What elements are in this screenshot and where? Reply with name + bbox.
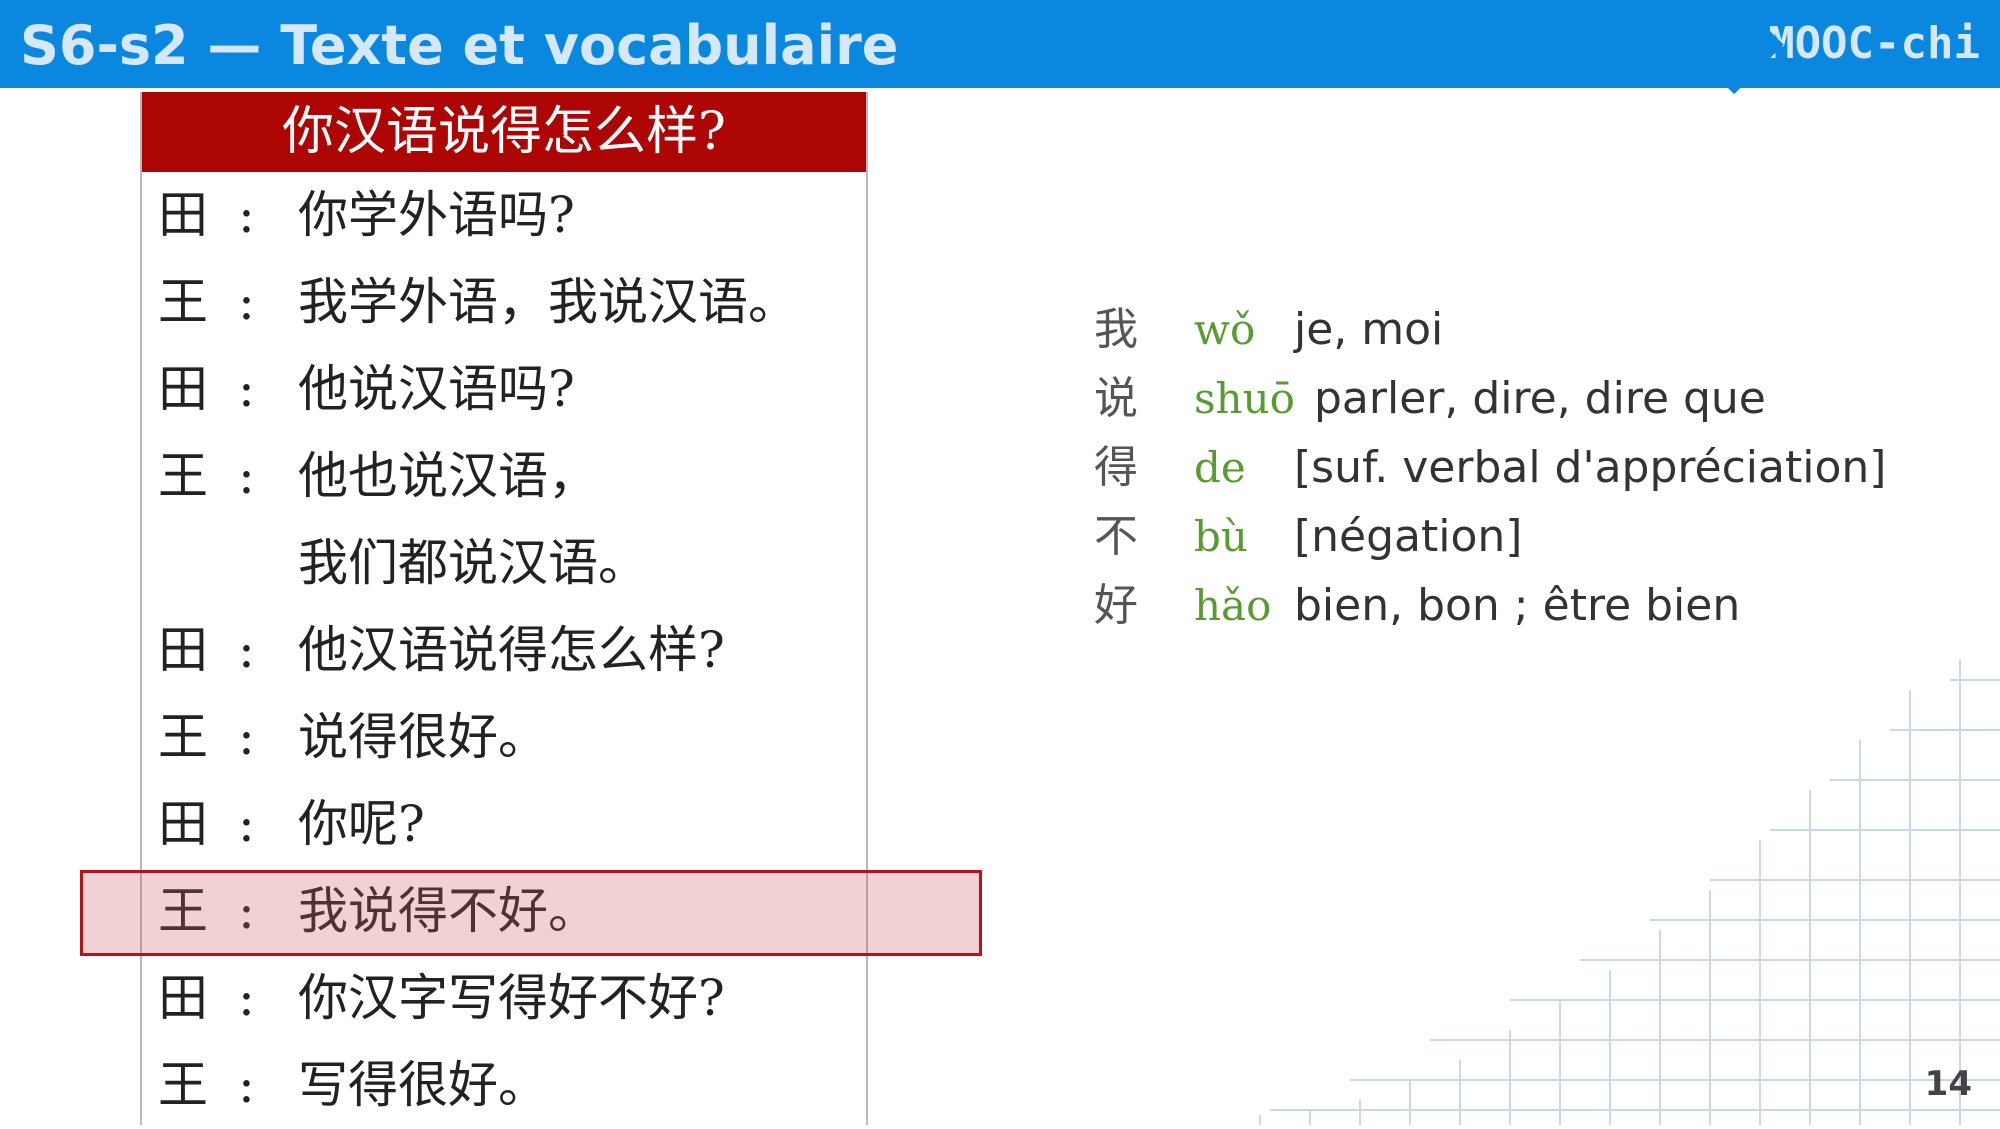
vocab-row: 我 wǒ je, moi xyxy=(1090,295,1970,364)
dialogue-colon: : xyxy=(238,708,255,766)
dialogue-line: 王 : 说得很好。 xyxy=(142,694,866,781)
vocab-meaning: [négation] xyxy=(1294,511,1523,562)
vocab-pinyin: de xyxy=(1194,443,1246,492)
vocab-pinyin: bù xyxy=(1194,512,1248,561)
vocab-pinyin: shuō xyxy=(1194,374,1295,423)
dialogue-line: 田 : 你汉字写得好不好? xyxy=(142,955,866,1042)
dialogue-colon: : xyxy=(238,360,255,418)
vocab-char: 说 xyxy=(1094,373,1138,424)
vocab-pinyin: hǎo xyxy=(1194,581,1272,630)
vocab-char: 我 xyxy=(1094,304,1138,355)
vocab-char: 好 xyxy=(1094,580,1138,631)
dialogue-text: 他也说汉语， xyxy=(298,447,598,505)
dialogue-text: 他汉语说得怎么样? xyxy=(298,621,725,679)
dialogue-line: 田 : 他汉语说得怎么样? xyxy=(142,607,866,694)
dialogue-text: 说得很好。 xyxy=(298,708,548,766)
highlight-box xyxy=(80,870,982,956)
dialogue-colon: : xyxy=(238,969,255,1027)
dialogue-colon: : xyxy=(238,795,255,853)
dialogue-colon: : xyxy=(238,447,255,505)
brand-label: MOOC-chi xyxy=(1768,18,1980,69)
vocab-meaning: je, moi xyxy=(1294,304,1444,355)
dialogue-speaker: 田 xyxy=(158,969,208,1027)
dialogue-line: 王 : 他也说汉语， xyxy=(142,433,866,520)
dialogue-speaker: 田 xyxy=(158,795,208,853)
vocab-pinyin: wǒ xyxy=(1194,305,1256,354)
dialogue-text: 你呢? xyxy=(298,795,425,853)
dialogue-text: 你汉字写得好不好? xyxy=(298,969,725,1027)
dialogue-colon: : xyxy=(238,273,255,331)
dialogue-speaker: 田 xyxy=(158,360,208,418)
page-number: 14 xyxy=(1924,1064,1972,1104)
dialogue-text: 你学外语吗? xyxy=(298,186,575,244)
slide-title: S6-s2 — Texte et vocabulaire xyxy=(20,14,899,77)
dialogue-text: 我学外语，我说汉语。 xyxy=(298,273,798,331)
vocab-row: 不 bù [négation] xyxy=(1090,502,1970,571)
dialogue-line: 田 : 你呢? xyxy=(142,781,866,868)
vocab-meaning: [suf. verbal d'appréciation] xyxy=(1294,442,1887,493)
vocab-meaning: parler, dire, dire que xyxy=(1314,373,1766,424)
dialogue-title: 你汉语说得怎么样? xyxy=(142,92,866,172)
dialogue-speaker: 田 xyxy=(158,186,208,244)
dialogue-line: 田 : 你学外语吗? xyxy=(142,172,866,259)
vocab-char: 得 xyxy=(1094,442,1138,493)
dialogue-text: 我们都说汉语。 xyxy=(298,534,648,592)
vocab-char: 不 xyxy=(1094,511,1138,562)
vocab-row: 好 hǎo bien, bon ; être bien xyxy=(1090,571,1970,640)
dialogue-line: 王 : 我学外语，我说汉语。 xyxy=(142,259,866,346)
dialogue-panel: 你汉语说得怎么样? 田 : 你学外语吗? 王 : 我学外语，我说汉语。 田 : … xyxy=(140,92,868,1125)
dialogue-colon: : xyxy=(238,621,255,679)
vocab-meaning: bien, bon ; être bien xyxy=(1294,580,1741,631)
dialogue-text: 写得很好。 xyxy=(298,1056,548,1114)
dialogue-speaker: 王 xyxy=(158,708,208,766)
dialogue-speaker: 王 xyxy=(158,1056,208,1114)
dialogue-speaker: 田 xyxy=(158,621,208,679)
vocab-row: 说 shuō parler, dire, dire que xyxy=(1090,364,1970,433)
dialogue-colon: : xyxy=(238,1056,255,1114)
grid-decoration xyxy=(1259,660,2000,1125)
dialogue-colon: : xyxy=(238,186,255,244)
dialogue-speaker: 王 xyxy=(158,273,208,331)
dialogue-line: 我们都说汉语。 xyxy=(142,520,866,607)
slide-header: S6-s2 — Texte et vocabulaire MOOC-chi xyxy=(0,0,2000,88)
dialogue-text: 他说汉语吗? xyxy=(298,360,575,418)
dialogue-speaker: 王 xyxy=(158,447,208,505)
vocab-row: 得 de [suf. verbal d'appréciation] xyxy=(1090,433,1970,502)
vocabulary-list: 我 wǒ je, moi 说 shuō parler, dire, dire q… xyxy=(1090,295,1970,640)
dialogue-line: 田 : 他说汉语吗? xyxy=(142,346,866,433)
dialogue-line: 王 : 写得很好。 xyxy=(142,1042,866,1129)
